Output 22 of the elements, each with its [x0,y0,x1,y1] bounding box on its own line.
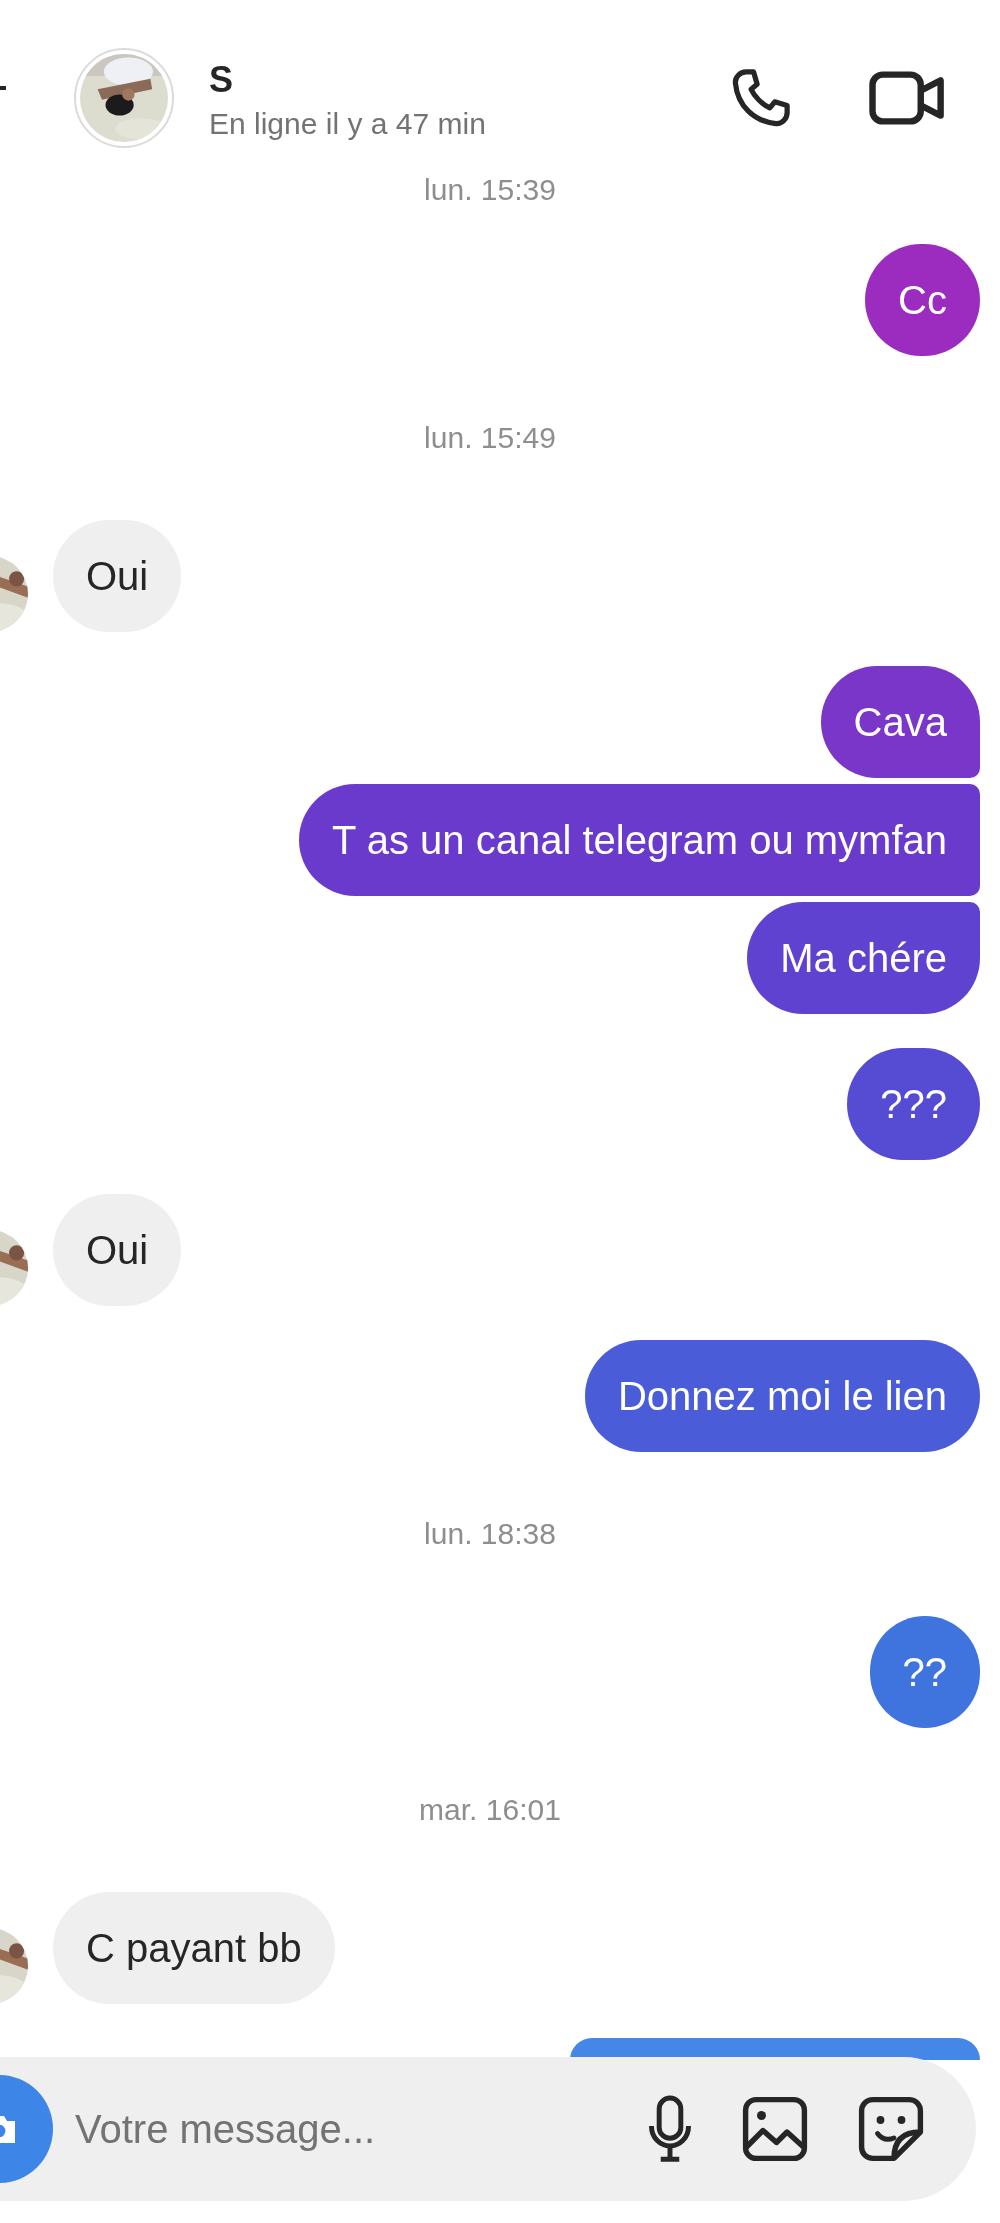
received-message-bubble[interactable]: Oui [53,520,182,632]
message-composer[interactable]: Votre message... [0,2057,976,2201]
sent-message-bubble[interactable]: Ma chére [747,902,980,1014]
message-input[interactable]: Votre message... [73,2105,648,2153]
timestamp: lun. 18:38 [424,1517,556,1551]
timestamp: mar. 16:01 [419,1793,561,1827]
contact-name: S [209,58,234,101]
sent-message-bubble[interactable]: Cc [865,244,980,356]
sent-message-bubble[interactable]: Donnez moi le lien [584,1340,980,1452]
timestamp: lun. 15:49 [424,421,556,455]
sent-message-bubble[interactable] [570,2038,980,2060]
received-message-bubble[interactable]: Oui [53,1194,182,1306]
timestamp: lun. 15:39 [424,173,556,207]
status-text: En ligne il y a 47 min [209,106,487,141]
microphone-icon[interactable] [648,2095,692,2163]
sent-message-bubble[interactable]: ??? [847,1048,980,1160]
sent-message-bubble[interactable]: Cava [820,666,980,778]
sticker-icon[interactable] [858,2096,924,2162]
sent-message-bubble[interactable]: ?? [869,1616,980,1728]
received-message-bubble[interactable]: C payant bb [53,1892,335,2004]
image-icon[interactable] [742,2096,808,2162]
sent-message-bubble[interactable]: T as un canal telegram ou mymfan [298,784,980,896]
